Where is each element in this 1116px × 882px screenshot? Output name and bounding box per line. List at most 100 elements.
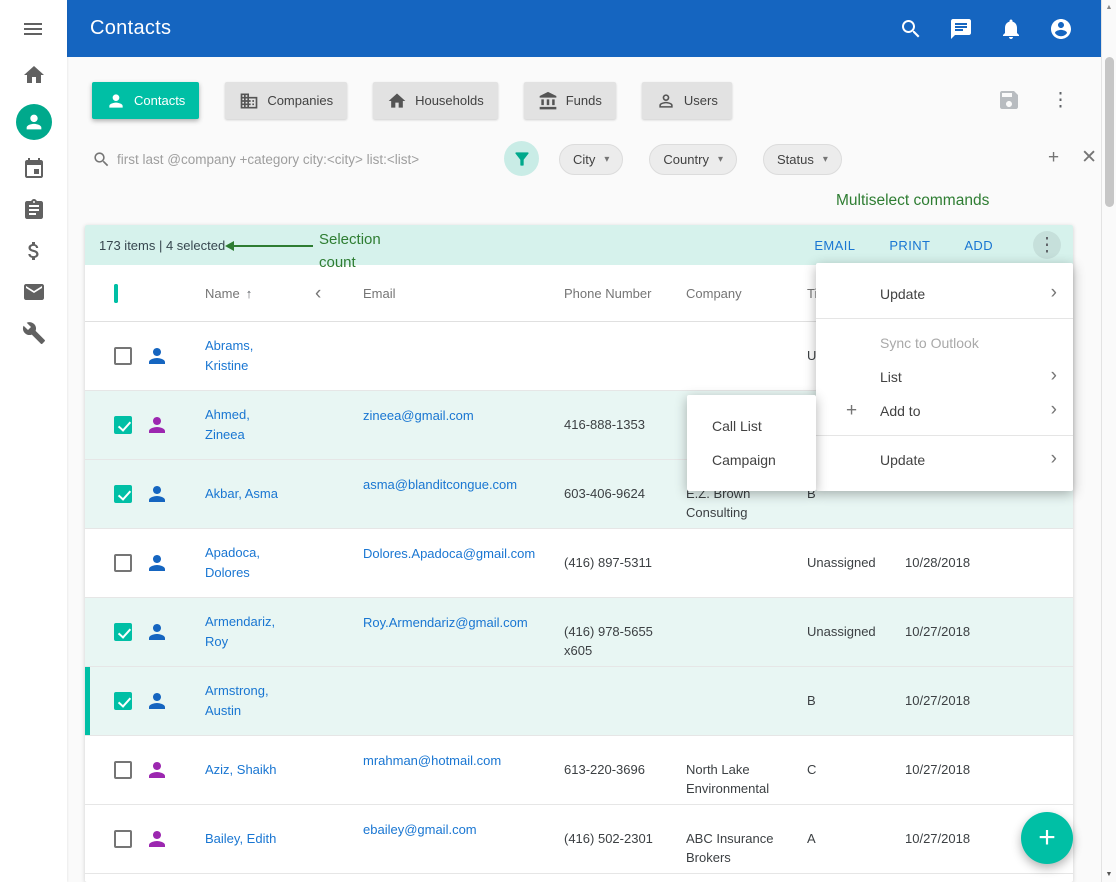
filter-chip-city[interactable]: City▾ bbox=[559, 144, 623, 175]
sidebar-item-contacts[interactable] bbox=[16, 104, 52, 140]
row-checkbox[interactable] bbox=[114, 554, 132, 572]
contact-phone: 416-888-1353 bbox=[564, 415, 664, 434]
add-filter-button[interactable]: + bbox=[1048, 148, 1059, 167]
table-row[interactable]: Bailey, Edith ebailey@gmail.com (416) 50… bbox=[85, 805, 1073, 874]
account-icon[interactable] bbox=[1049, 17, 1073, 41]
chat-icon[interactable] bbox=[949, 17, 973, 41]
scroll-down-button[interactable]: ▼ bbox=[1102, 871, 1116, 878]
chevron-down-icon: ▾ bbox=[718, 154, 723, 165]
sidebar-item-home[interactable] bbox=[22, 63, 46, 87]
search-icon[interactable] bbox=[899, 17, 923, 41]
menu-item[interactable]: Sync to Outlook bbox=[816, 326, 1073, 360]
table-row[interactable]: Apadoca, Dolores Dolores.Apadoca@gmail.c… bbox=[85, 529, 1073, 598]
view-overflow-button[interactable]: ⋮ bbox=[1051, 91, 1070, 110]
tab-label: Users bbox=[684, 93, 718, 108]
row-checkbox[interactable] bbox=[114, 347, 132, 365]
contact-email[interactable]: Dolores.Apadoca@gmail.com bbox=[363, 546, 535, 561]
selection-overflow-button[interactable]: ⋮ bbox=[1033, 231, 1061, 259]
scrollbar[interactable]: ▲ ▼ bbox=[1101, 0, 1116, 882]
row-checkbox[interactable] bbox=[114, 692, 132, 710]
menu-item-label: Sync to Outlook bbox=[880, 335, 979, 351]
filter-chip-country[interactable]: Country▾ bbox=[649, 144, 737, 175]
menu-item[interactable]: Update› bbox=[816, 443, 1073, 477]
contact-name-link[interactable]: Akbar, Asma bbox=[205, 484, 291, 504]
clear-search-button[interactable]: ✕ bbox=[1081, 148, 1097, 167]
contact-name-link[interactable]: Ahmed, Zineea bbox=[205, 405, 291, 445]
row-checkbox[interactable] bbox=[114, 830, 132, 848]
app-sidebar bbox=[0, 0, 67, 882]
view-actions: ⋮ bbox=[997, 88, 1070, 112]
funnel-icon bbox=[512, 149, 532, 169]
contact-name-link[interactable]: Apadoca, Dolores bbox=[205, 543, 291, 583]
column-label: Name bbox=[205, 286, 240, 301]
tab-companies[interactable]: Companies bbox=[225, 82, 347, 119]
contact-name-link[interactable]: Armendariz, Roy bbox=[205, 612, 291, 652]
sidebar-item-mail[interactable] bbox=[22, 280, 46, 304]
action-print[interactable]: PRINT bbox=[889, 238, 930, 253]
tab-funds[interactable]: Funds bbox=[524, 82, 616, 119]
contact-avatar-icon bbox=[145, 551, 169, 575]
sidebar-item-tasks[interactable] bbox=[22, 198, 46, 222]
column-header-email[interactable]: Email bbox=[353, 286, 553, 301]
menu-divider bbox=[816, 435, 1073, 436]
tab-users[interactable]: Users bbox=[642, 82, 732, 119]
contact-name-link[interactable]: Armstrong, Austin bbox=[205, 681, 291, 721]
contact-phone: (416) 502-2301 bbox=[564, 829, 664, 848]
contact-tier: C bbox=[797, 736, 897, 804]
sidebar-nav bbox=[0, 63, 67, 345]
save-view-button[interactable] bbox=[997, 88, 1021, 112]
row-checkbox[interactable] bbox=[114, 623, 132, 641]
row-checkbox[interactable] bbox=[114, 485, 132, 503]
contact-email[interactable]: ebailey@gmail.com bbox=[363, 822, 477, 837]
add-contact-fab[interactable]: + bbox=[1021, 812, 1073, 864]
table-row[interactable]: Armendariz, Roy Roy.Armendariz@gmail.com… bbox=[85, 598, 1073, 667]
contact-email[interactable]: asma@blanditcongue.com bbox=[363, 477, 517, 492]
contact-avatar-icon bbox=[145, 413, 169, 437]
add-to-submenu: Call List Campaign bbox=[687, 395, 816, 491]
header-checkbox-cell bbox=[85, 286, 145, 301]
menu-item[interactable]: +Add to› bbox=[816, 394, 1073, 428]
menu-item[interactable]: Update› bbox=[816, 277, 1073, 311]
menu-item-label: Update bbox=[880, 286, 925, 302]
overflow-icon: ⋮ bbox=[1038, 236, 1057, 255]
search-bar: City▾ Country▾ Status▾ + ✕ bbox=[92, 141, 452, 178]
contact-avatar-icon bbox=[145, 689, 169, 713]
submenu-item-call-list[interactable]: Call List bbox=[687, 409, 816, 443]
page-title: Contacts bbox=[67, 17, 171, 40]
row-checkbox[interactable] bbox=[114, 416, 132, 434]
notifications-bell-icon[interactable] bbox=[999, 17, 1023, 41]
action-email[interactable]: EMAIL bbox=[814, 238, 855, 253]
column-header-name[interactable]: Name↑ bbox=[195, 286, 310, 301]
sidebar-item-tools[interactable] bbox=[22, 321, 46, 345]
contact-name-link[interactable]: Aziz, Shaikh bbox=[205, 760, 291, 780]
tab-contacts[interactable]: Contacts bbox=[92, 82, 199, 119]
action-add[interactable]: ADD bbox=[964, 238, 993, 253]
menu-item[interactable]: List› bbox=[816, 360, 1073, 394]
sidebar-item-calendar[interactable] bbox=[22, 157, 46, 181]
column-header-company[interactable]: Company bbox=[678, 286, 797, 301]
contact-email[interactable]: Roy.Armendariz@gmail.com bbox=[363, 615, 528, 630]
contact-name-link[interactable]: Bailey, Edith bbox=[205, 829, 291, 849]
tab-households[interactable]: Households bbox=[373, 82, 498, 119]
menu-item-label: Update bbox=[880, 452, 925, 468]
column-header-phone[interactable]: Phone Number bbox=[553, 286, 678, 301]
scrollbar-thumb[interactable] bbox=[1105, 57, 1114, 207]
collapse-columns-button[interactable]: ‹ bbox=[315, 283, 321, 304]
menu-item-label: Add to bbox=[880, 403, 920, 419]
search-input[interactable] bbox=[117, 152, 452, 167]
contact-name-link[interactable]: Abrams, Kristine bbox=[205, 336, 291, 376]
submenu-item-campaign[interactable]: Campaign bbox=[687, 443, 816, 477]
table-row[interactable]: Armstrong, Austin B 10/27/2018 bbox=[85, 667, 1073, 736]
scroll-up-button[interactable]: ▲ bbox=[1102, 4, 1116, 11]
contact-email[interactable]: mrahman@hotmail.com bbox=[363, 753, 501, 768]
row-checkbox[interactable] bbox=[114, 761, 132, 779]
filter-funnel-button[interactable] bbox=[504, 141, 539, 176]
sidebar-item-billing[interactable] bbox=[22, 239, 46, 263]
contact-date: 10/27/2018 bbox=[897, 667, 990, 735]
filter-chip-status[interactable]: Status▾ bbox=[763, 144, 842, 175]
hamburger-menu-button[interactable] bbox=[21, 17, 45, 41]
contact-email[interactable]: zineea@gmail.com bbox=[363, 408, 474, 423]
table-row[interactable]: Aziz, Shaikh mrahman@hotmail.com 613-220… bbox=[85, 736, 1073, 805]
select-all-checkbox[interactable] bbox=[114, 284, 118, 303]
house-icon bbox=[387, 91, 407, 111]
